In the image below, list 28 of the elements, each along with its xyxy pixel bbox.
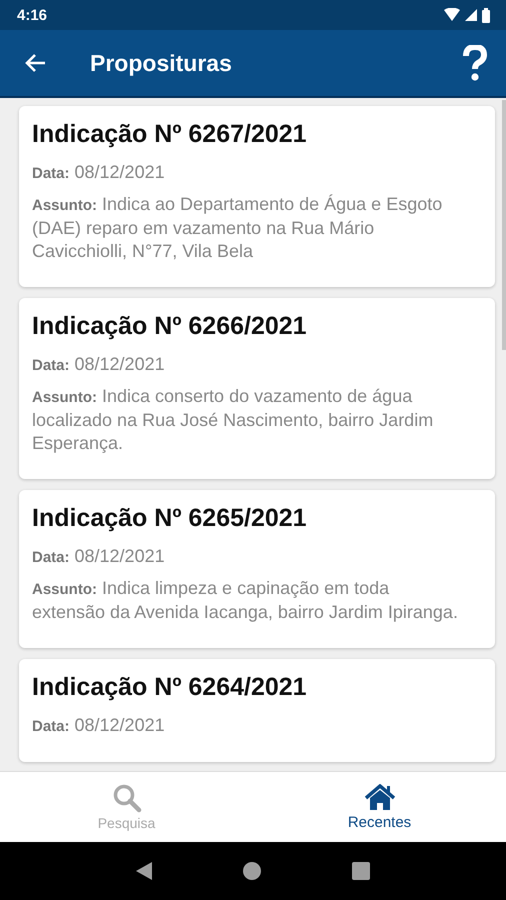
proposition-title: Indicação Nº 6264/2021 — [32, 673, 308, 702]
home-circle-icon[interactable] — [242, 861, 262, 881]
proposition-card[interactable]: Indicação Nº 6267/2021 Data: 08/12/2021 Assunto: Indica ao Departamento de Água e Esgoto (DAE) reparo em vazamento na Rua Mário Cavicchiolli, N°77, Vila Bela — [19, 106, 495, 287]
back-arrow-icon[interactable] — [24, 53, 46, 73]
proposition-title: Indicação Nº 6265/2021 — [32, 504, 308, 533]
date-text: Data: 08/12/2021 — [32, 353, 166, 376]
signal-icon — [464, 8, 478, 22]
proposition-title: Indicação Nº 6267/2021 — [32, 120, 308, 149]
wifi-icon — [444, 8, 460, 22]
proposition-title: Indicação Nº 6266/2021 — [32, 312, 308, 341]
proposition-card[interactable]: Indicação Nº 6264/2021 Data: 08/12/2021 — [19, 659, 495, 762]
search-icon — [112, 783, 142, 813]
subject-text: Assunto: Indica conserto do vazamento de água localizado na Rua José Nascimento, bairro Jardim Esperança. — [32, 385, 434, 455]
date-text: Data: 08/12/2021 — [32, 545, 166, 568]
home-icon — [364, 784, 396, 812]
proposition-card[interactable]: Indicação Nº 6265/2021 Data: 08/12/2021 Assunto: Indica limpeza e capinação em toda extensão da Avenida Iacanga, bairro Jardim Ipiranga. — [19, 490, 495, 648]
proposition-card[interactable]: Indicação Nº 6266/2021 Data: 08/12/2021 Assunto: Indica conserto do vazamento de água localizado na Rua José Nascimento, bairro Jardim Esperança. — [19, 298, 495, 479]
subject-text: Assunto: Indica limpeza e capinação em toda extensão da Avenida Iacanga, bairro Jardim Ipiranga. — [32, 577, 459, 624]
battery-icon — [482, 8, 490, 22]
subject-text: Assunto: Indica ao Departamento de Água e Esgoto (DAE) reparo em vazamento na Rua Mário Cavicchiolli, N°77, Vila Bela — [32, 193, 444, 263]
status-time: 4:16 — [17, 6, 48, 24]
date-text: Data: 08/12/2021 — [32, 714, 166, 737]
overview-square-icon[interactable] — [351, 861, 372, 881]
app-bar-title: Proposituras — [90, 50, 233, 76]
help-icon[interactable] — [462, 45, 488, 81]
nav-tab[interactable]: Recentes — [253, 772, 506, 842]
back-triangle-icon[interactable] — [134, 861, 153, 881]
date-text: Data: 08/12/2021 — [32, 161, 166, 184]
